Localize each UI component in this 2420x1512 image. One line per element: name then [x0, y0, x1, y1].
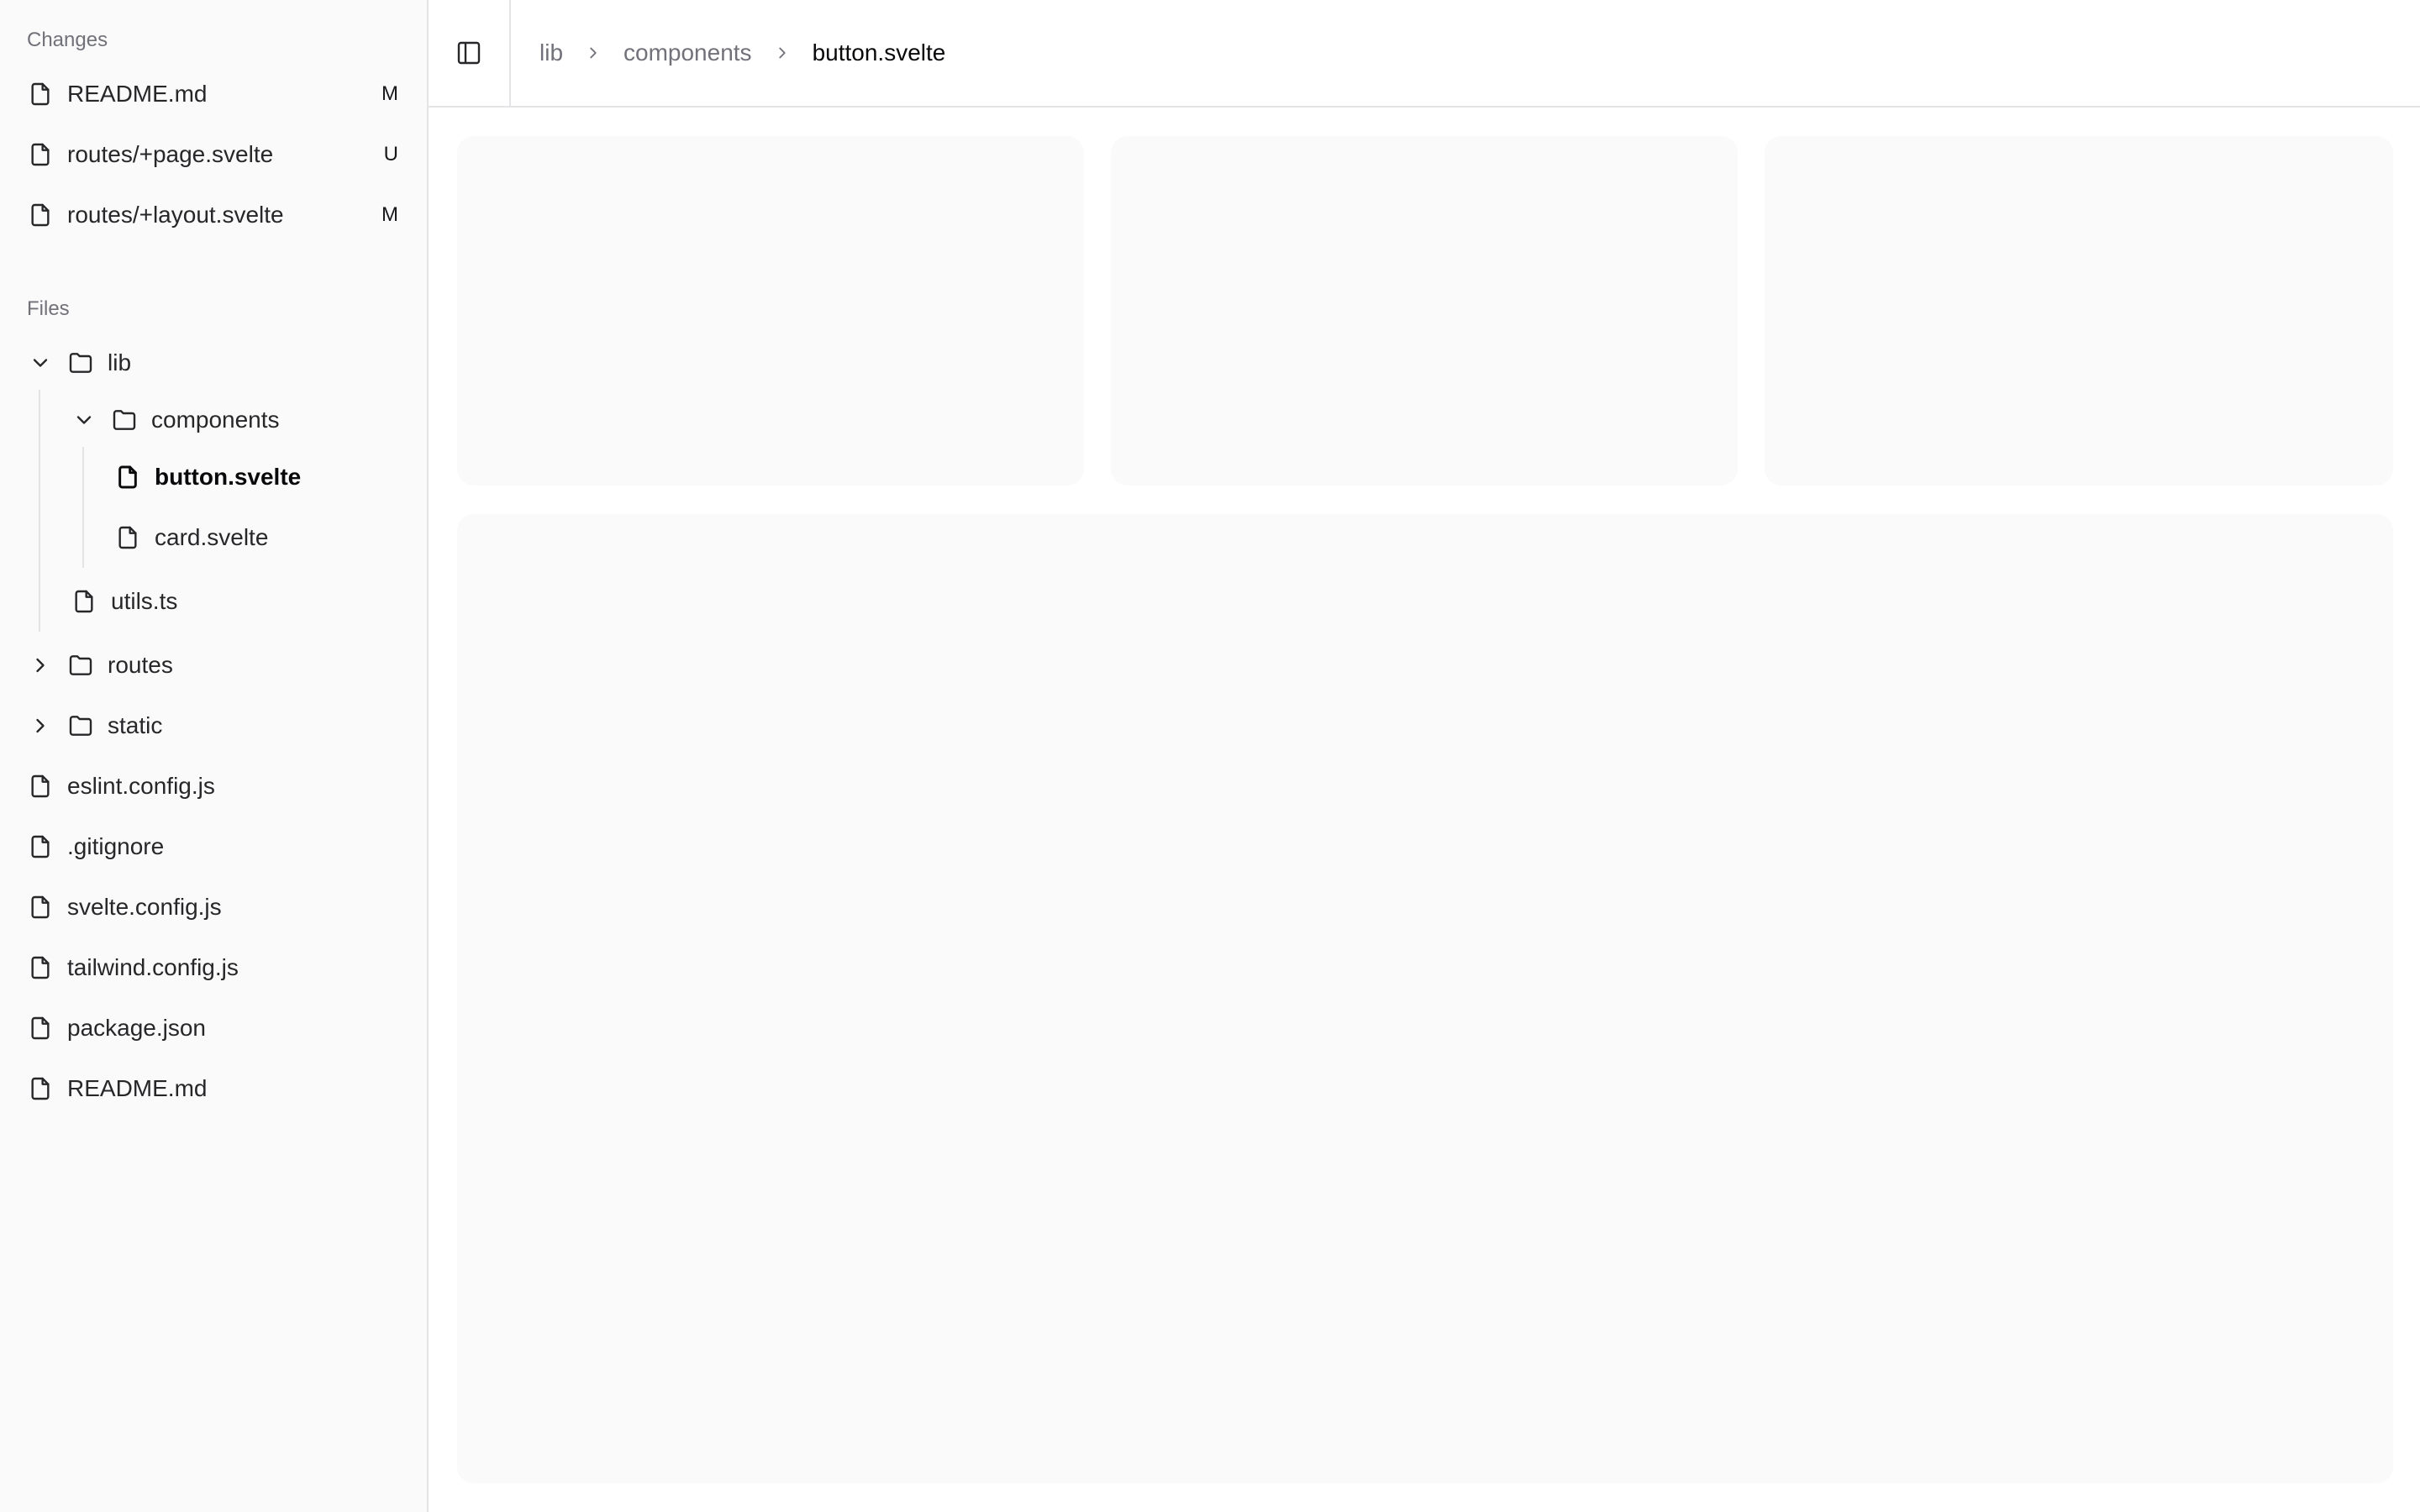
tree-item-label: button.svelte: [155, 464, 302, 490]
tree-file-gitignore[interactable]: .gitignore: [0, 820, 427, 874]
file-icon: [114, 524, 141, 551]
file-icon: [114, 464, 141, 491]
tree-file-package-json[interactable]: package.json: [0, 1001, 427, 1055]
tree-file-eslint-config[interactable]: eslint.config.js: [0, 759, 427, 813]
tree-item-label: static: [108, 712, 163, 738]
change-item-name: routes/+layout.svelte: [67, 202, 284, 228]
chevron-right-icon: [581, 41, 605, 65]
change-item-name: README.md: [67, 81, 208, 107]
chevron-right-icon[interactable]: [27, 652, 54, 679]
tree-item-label: components: [151, 407, 280, 433]
tree-item-label: tailwind.config.js: [67, 954, 239, 980]
files-group-label: Files: [27, 297, 70, 320]
sidebar-toggle-button[interactable]: [429, 0, 511, 106]
main-content: lib components button.svelte: [429, 0, 2420, 1512]
tree-file-utils-ts[interactable]: utils.ts: [0, 575, 427, 628]
change-status-badge: U: [383, 143, 398, 165]
tree-file-button-svelte[interactable]: button.svelte: [0, 450, 427, 504]
file-icon: [27, 954, 54, 981]
app-window: Changes README.md M routes/+page.svelte …: [0, 0, 2420, 1512]
chevron-right-icon[interactable]: [27, 712, 54, 739]
tree-item-label: README.md: [67, 1075, 208, 1101]
change-status-badge: M: [381, 203, 398, 226]
placeholder-panel: [457, 514, 2393, 1483]
tree-file-readme[interactable]: README.md: [0, 1062, 427, 1116]
file-icon: [71, 588, 97, 615]
change-item[interactable]: routes/+layout.svelte M: [0, 188, 427, 242]
change-item[interactable]: README.md M: [0, 67, 427, 121]
change-item-name: routes/+page.svelte: [67, 141, 274, 167]
file-icon: [27, 833, 54, 860]
tree-folder-lib[interactable]: lib: [0, 336, 427, 390]
breadcrumb-item-components[interactable]: components: [623, 39, 752, 66]
change-item[interactable]: routes/+page.svelte U: [0, 128, 427, 181]
placeholder-card: [457, 136, 1084, 486]
tree-item-label: svelte.config.js: [67, 894, 222, 920]
tree-file-tailwind-config[interactable]: tailwind.config.js: [0, 941, 427, 995]
folder-icon: [67, 712, 94, 739]
folder-icon: [67, 349, 94, 376]
chevron-down-icon[interactable]: [27, 349, 54, 376]
breadcrumb-current-page: button.svelte: [812, 39, 946, 66]
tree-item-label: card.svelte: [155, 524, 269, 550]
file-icon: [27, 894, 54, 921]
tree-item-label: lib: [108, 349, 132, 375]
file-icon: [27, 81, 54, 108]
changes-group-label: Changes: [27, 29, 108, 51]
main-header: lib components button.svelte: [429, 0, 2420, 108]
file-icon: [27, 773, 54, 800]
folder-icon: [111, 407, 138, 433]
tree-item-label: routes: [108, 652, 173, 678]
tree-item-label: package.json: [67, 1015, 207, 1041]
tree-file-svelte-config[interactable]: svelte.config.js: [0, 880, 427, 934]
file-icon: [27, 202, 54, 228]
panel-left-icon: [455, 39, 482, 66]
tree-folder-routes[interactable]: routes: [0, 638, 427, 692]
breadcrumb: lib components button.svelte: [539, 39, 945, 66]
chevron-down-icon[interactable]: [71, 407, 97, 433]
tree-file-card-svelte[interactable]: card.svelte: [0, 511, 427, 564]
change-status-badge: M: [381, 82, 398, 105]
tree-folder-static[interactable]: static: [0, 699, 427, 753]
placeholder-card: [1765, 136, 2393, 486]
placeholder-card: [1111, 136, 1738, 486]
folder-icon: [67, 652, 94, 679]
file-icon: [27, 141, 54, 168]
file-icon: [27, 1015, 54, 1042]
sidebar: Changes README.md M routes/+page.svelte …: [0, 0, 429, 1512]
tree-item-label: utils.ts: [111, 588, 178, 614]
breadcrumb-item-lib[interactable]: lib: [539, 39, 563, 66]
chevron-right-icon: [771, 41, 794, 65]
tree-item-label: .gitignore: [67, 833, 165, 859]
tree-item-label: eslint.config.js: [67, 773, 215, 799]
file-icon: [27, 1075, 54, 1102]
tree-folder-components[interactable]: components: [0, 393, 427, 447]
